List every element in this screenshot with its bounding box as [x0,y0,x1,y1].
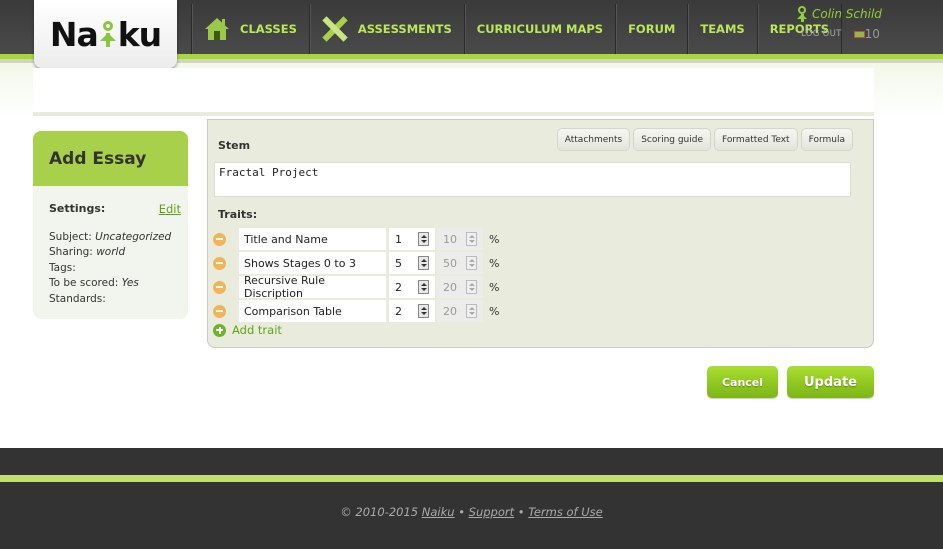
spinner-arrows-icon[interactable] [418,280,429,294]
meta-sharing: Sharing: world [49,246,126,259]
trait-percent-stepper: 50 [437,252,483,274]
nav-label: FORUM [628,22,676,36]
settings-label: Settings: [49,202,106,215]
edit-settings-link[interactable]: Edit [159,202,181,216]
percent-symbol: % [489,256,500,270]
logo-wordmark: Na ku [49,14,162,54]
remove-trait-icon[interactable] [213,304,226,318]
trait-points-stepper[interactable]: 1 [389,228,435,250]
spinner-arrows-icon [466,232,477,246]
spinner-arrows-icon[interactable] [418,232,429,246]
meta-standards: Standards: [49,292,106,305]
add-trait-label: Add trait [232,323,282,337]
spinner-arrows-icon [466,280,477,294]
page-header-panel [33,68,874,112]
terms-of-use-link[interactable]: Terms of Use [528,505,602,519]
trait-name-input[interactable]: Comparison Table [239,300,386,322]
traits-label: Traits: [218,208,258,221]
main-nav: CLASSES ASSESSMENTS CURRICULUM MAPS FORU… [191,4,843,54]
footer-accent-stripe [0,475,943,482]
nav-item-assessments[interactable]: ASSESSMENTS [308,4,464,54]
add-trait-button[interactable]: Add trait [213,323,499,337]
spinner-arrows-icon[interactable] [418,256,429,270]
formatted-text-button[interactable]: Formatted Text [714,128,798,151]
support-link[interactable]: Support [469,505,514,519]
remove-trait-icon[interactable] [213,280,226,294]
user-menu: Colin Schild LOG OUT 10 [796,6,916,41]
sidebar: Add Essay Settings: Edit Subject: Uncate… [33,131,188,319]
trait-row: Shows Stages 0 to 3 5 50 % [213,251,499,275]
nav-item-classes[interactable]: CLASSES [191,4,309,54]
logout-link[interactable]: LOG OUT [801,29,842,39]
meta-subject: Subject: Uncategorized [49,231,172,243]
meta-tags: Tags: [49,261,76,274]
trait-points-stepper[interactable]: 2 [389,276,435,298]
attachments-button[interactable]: Attachments [556,128,631,151]
spinner-arrows-icon [466,304,477,318]
remove-trait-icon[interactable] [213,232,226,246]
logo-person-icon [99,19,117,49]
page-title: Add Essay [49,148,147,169]
traits-list: Title and Name 1 10 % Shows Stages 0 to … [213,227,499,337]
separator: • [517,505,525,519]
spinner-arrows-icon[interactable] [418,304,429,318]
nav-label: ASSESSMENTS [357,22,452,36]
header-divider [33,112,874,116]
home-icon [205,18,229,40]
stem-label: Stem [218,139,251,152]
separator: • [458,505,466,519]
sidebar-header: Add Essay [33,131,188,186]
footer [0,448,943,549]
user-profile-link[interactable]: Colin Schild [796,6,916,22]
user-icon [796,6,808,22]
user-name: Colin Schild [812,7,882,21]
trait-name-input[interactable]: Title and Name [239,228,386,250]
stem-toolbar: Attachments Scoring guide Formatted Text… [556,128,853,151]
trait-row: Recursive Rule Discription 2 20 % [213,274,500,300]
nav-label: CURRICULUM MAPS [476,22,604,36]
percent-symbol: % [489,232,500,246]
nav-item-teams[interactable]: TEAMS [687,4,756,54]
footer-links: © 2010-2015 Naiku • Support • Terms of U… [0,505,943,519]
trait-percent-stepper: 20 [437,300,483,322]
trait-percent-stepper: 10 [437,228,483,250]
nav-item-curriculum-maps[interactable]: CURRICULUM MAPS [463,4,615,54]
formula-button[interactable]: Formula [800,128,853,151]
nav-label: CLASSES [240,22,297,36]
update-button[interactable]: Update [787,366,874,398]
essay-editor: Stem Attachments Scoring guide Formatted… [207,119,874,348]
trait-percent-stepper: 20 [437,276,483,298]
naiku-link[interactable]: Naiku [422,505,455,519]
cancel-button[interactable]: Cancel [707,366,778,398]
messages-icon[interactable] [853,30,865,38]
stem-input[interactable]: Fractal Project [214,162,851,197]
nav-item-forum[interactable]: FORUM [615,4,687,54]
copyright-text: © 2010-2015 [340,505,419,519]
naiku-logo[interactable]: Na ku [34,0,177,68]
spinner-arrows-icon [466,256,477,270]
percent-symbol: % [489,304,500,318]
nav-label: TEAMS [700,22,745,36]
scoring-guide-button[interactable]: Scoring guide [633,128,712,151]
pencil-ruler-icon [322,16,348,42]
remove-trait-icon[interactable] [213,256,226,270]
logo-text-left: Na [49,14,99,54]
trait-row: Comparison Table 2 20 % [213,299,499,323]
trait-name-input[interactable]: Shows Stages 0 to 3 [239,252,386,274]
trait-row: Title and Name 1 10 % [213,227,499,251]
meta-to-be-scored: To be scored: Yes [49,277,139,290]
logo-text-right: ku [117,14,162,54]
trait-points-stepper[interactable]: 5 [389,252,435,274]
trait-points-stepper[interactable]: 2 [389,300,435,322]
percent-symbol: % [489,280,500,294]
trait-name-input[interactable]: Recursive Rule Discription [239,274,386,300]
plus-circle-icon [213,323,226,337]
message-count[interactable]: 10 [865,27,880,41]
